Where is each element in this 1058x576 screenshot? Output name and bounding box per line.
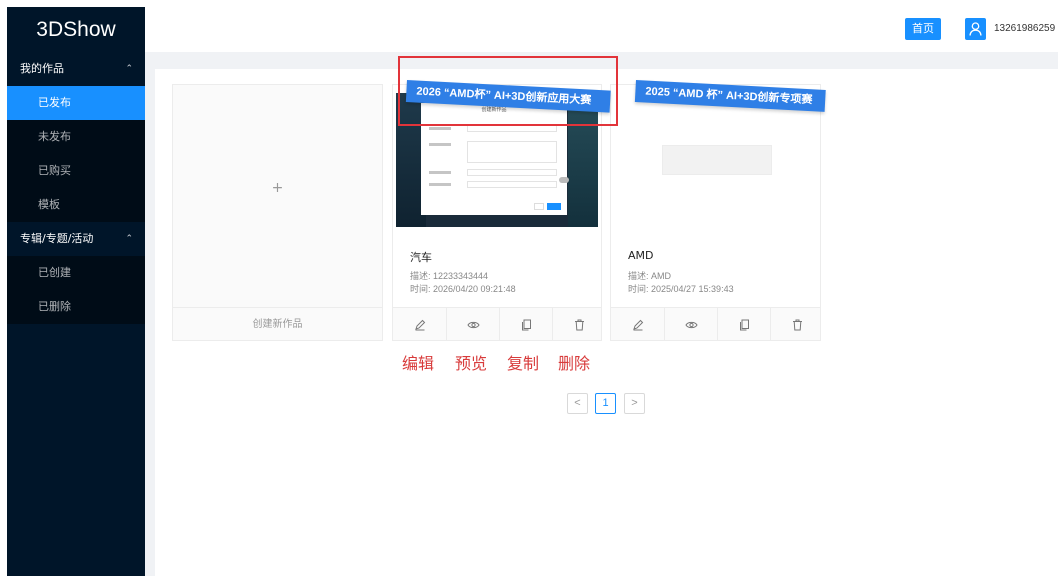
trash-icon [574,319,584,330]
work-card[interactable]: AMD 描述: AMD 时间: 2025/04/27 15:39:43 [610,84,821,341]
create-work-label[interactable]: 创建新作品 [173,307,382,340]
copy-icon [739,319,749,330]
preview-button[interactable] [446,308,499,341]
submenu-albums[interactable]: 专辑/专题/活动 ⌃ [7,222,145,256]
dialog-cancel [534,203,544,210]
sidebar-item-unpublished[interactable]: 未发布 [7,120,145,154]
sidebar: 3DShow 我的作品 ⌃ 已发布 未发布 已购买 模板 专辑/专题/活动 ⌃ … [7,7,145,576]
user-avatar[interactable] [965,18,986,40]
work-actions [611,307,823,341]
top-header: 首页 13261986259 [145,7,1058,52]
work-time: 时间: 2026/04/20 09:21:48 [410,284,516,294]
edit-icon [414,319,425,330]
work-title: 汽车 [410,251,432,264]
annotation-preview: 预览 [455,354,488,373]
dialog-ok [547,203,561,210]
home-button[interactable]: 首页 [905,18,941,40]
create-work-card[interactable]: + 创建新作品 [172,84,383,341]
work-thumbnail-placeholder[interactable] [662,145,772,175]
pagination-prev[interactable]: < [567,393,588,414]
chevron-up-icon: ⌃ [125,64,133,74]
submenu-my-works[interactable]: 我的作品 ⌃ [7,52,145,86]
edit-button[interactable] [611,308,664,341]
sidebar-item-published[interactable]: 已发布 [7,86,145,120]
annotation-delete: 删除 [558,354,591,373]
work-actions [393,307,601,341]
copy-button[interactable] [717,308,770,341]
main-content: + 创建新作品 创建新作品 汽车 描述: 12233343444 时间: 202… [145,52,1058,576]
edit-icon [632,319,643,330]
pagination-next[interactable]: > [624,393,645,414]
user-phone[interactable]: 13261986259 [994,23,1055,34]
sidebar-item-purchased[interactable]: 已购买 [7,154,145,188]
submenu-label: 我的作品 [20,62,64,75]
eye-icon [684,321,698,328]
work-description: 描述: 12233343444 [410,271,489,281]
trash-icon [792,319,802,330]
works-panel: + 创建新作品 创建新作品 汽车 描述: 12233343444 时间: 202… [155,69,1058,576]
submenu-label: 专辑/专题/活动 [20,232,94,245]
dialog-switch [559,177,569,183]
work-description: 描述: AMD [628,271,672,281]
edit-button[interactable] [393,308,446,341]
sidebar-item-templates[interactable]: 模板 [7,188,145,222]
sidebar-item-created[interactable]: 已创建 [7,256,145,290]
delete-button[interactable] [770,308,823,341]
eye-icon [466,321,480,328]
delete-button[interactable] [552,308,605,341]
user-icon [969,22,982,36]
work-time: 时间: 2025/04/27 15:39:43 [628,284,734,294]
plus-icon[interactable]: + [173,180,382,196]
app-logo: 3DShow [36,18,116,41]
menu-group-albums: 已创建 已删除 [7,256,145,324]
copy-button[interactable] [499,308,552,341]
app-root: 3DShow 我的作品 ⌃ 已发布 未发布 已购买 模板 专辑/专题/活动 ⌃ … [0,0,1058,576]
pagination-page-1[interactable]: 1 [595,393,616,414]
annotation-copy: 复制 [507,354,540,373]
menu-group-my-works: 已发布 未发布 已购买 模板 [7,86,145,222]
highlight-box [398,56,618,126]
annotation-edit: 编辑 [402,354,435,373]
sidebar-item-deleted[interactable]: 已删除 [7,290,145,324]
work-title: AMD [628,249,654,262]
chevron-up-icon: ⌃ [125,234,133,244]
preview-button[interactable] [664,308,717,341]
copy-icon [521,319,531,330]
